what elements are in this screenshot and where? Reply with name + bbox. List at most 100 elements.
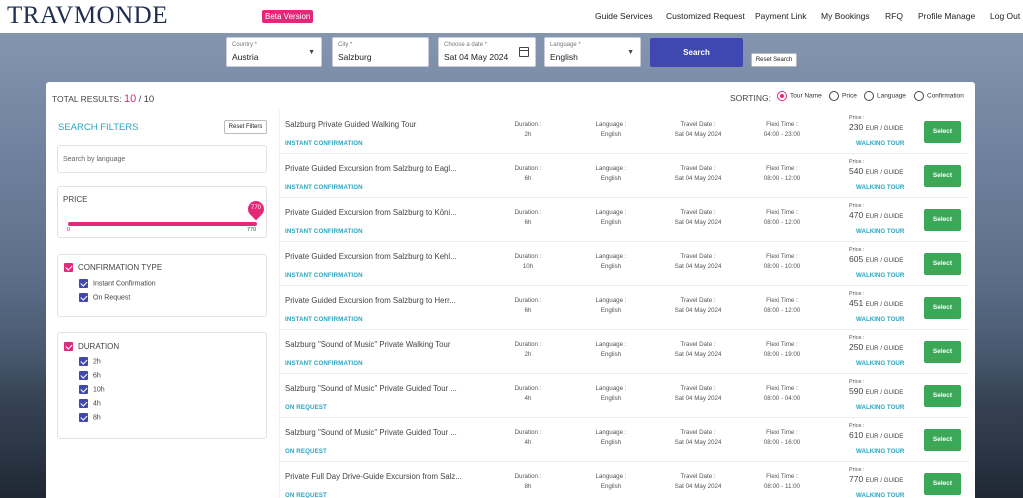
- tour-row: Private Full Day Drive-Guide Excursion f…: [279, 462, 969, 498]
- date-field[interactable]: Choose a date * Sat 04 May 2024: [438, 37, 536, 67]
- language-label: Language :: [595, 385, 627, 392]
- checkbox-label: 4h: [93, 400, 101, 408]
- flexi-time-label: Flexi Time :: [766, 429, 798, 436]
- nav-customized-request[interactable]: Customized Request: [666, 11, 745, 21]
- travel-date-col: Travel Date : Sat 04 May 2024: [670, 252, 726, 272]
- price-label: Price :: [849, 115, 865, 121]
- nav-rfq[interactable]: RFQ: [885, 11, 903, 21]
- select-button[interactable]: Select: [924, 253, 961, 275]
- language-value: English: [600, 307, 622, 314]
- language-value: English: [600, 131, 622, 138]
- checkbox-icon: [79, 399, 88, 408]
- confirmation-type: ON REQUEST: [285, 404, 327, 411]
- language-select[interactable]: Language * English ▼: [544, 37, 641, 67]
- select-button[interactable]: Select: [924, 209, 961, 231]
- confirmation-type-toggle[interactable]: CONFIRMATION TYPE: [64, 263, 163, 273]
- nav-log-out[interactable]: Log Out: [990, 11, 1020, 21]
- flexi-time-label: Flexi Time :: [766, 253, 798, 260]
- checkbox-duration-10h[interactable]: 10h: [79, 385, 105, 394]
- calendar-icon[interactable]: [519, 47, 529, 57]
- price-filter: PRICE 770 0 770: [57, 186, 268, 238]
- price-unit: EUR / GUIDE: [865, 433, 904, 440]
- tour-name[interactable]: Salzburg "Sound of Music" Private Guided…: [285, 428, 457, 437]
- tour-name[interactable]: Salzburg "Sound of Music" Private Walkin…: [285, 340, 450, 349]
- select-button[interactable]: Select: [924, 473, 961, 495]
- reset-search-button[interactable]: Reset Search: [751, 53, 797, 67]
- nav-profile-manage[interactable]: Profile Manage: [918, 11, 975, 21]
- flexi-time-col: Flexi Time : 08:00 - 12:00: [754, 164, 810, 184]
- price-slider-track[interactable]: [68, 222, 257, 226]
- reset-filters-button[interactable]: Reset Filters: [224, 120, 267, 134]
- price-amount: 470: [849, 210, 864, 220]
- duration-value: 4h: [524, 439, 532, 446]
- tour-row: Salzburg "Sound of Music" Private Walkin…: [279, 330, 969, 374]
- confirmation-type-title: CONFIRMATION TYPE: [78, 263, 163, 272]
- nav-my-bookings[interactable]: My Bookings: [821, 11, 870, 21]
- search-filters-title: SEARCH FILTERS: [58, 122, 139, 133]
- flexi-time-label: Flexi Time :: [766, 341, 798, 348]
- duration-toggle[interactable]: DURATION: [64, 342, 119, 352]
- duration-value: 8h: [524, 483, 532, 490]
- select-button[interactable]: Select: [924, 385, 961, 407]
- price-label: Price :: [849, 159, 865, 165]
- duration-label: Duration :: [514, 165, 542, 172]
- select-button[interactable]: Select: [924, 165, 961, 187]
- duration-label: Duration :: [514, 385, 542, 392]
- sort-tour-name[interactable]: Tour Name: [777, 91, 822, 101]
- confirmation-type: ON REQUEST: [285, 448, 327, 455]
- tour-name[interactable]: Private Guided Excursion from Salzburg t…: [285, 252, 457, 261]
- country-label: Country *: [232, 42, 258, 48]
- select-button[interactable]: Select: [924, 341, 961, 363]
- language-label: Language :: [595, 121, 627, 128]
- checkbox-instant-confirmation[interactable]: Instant Confirmation: [79, 279, 156, 288]
- checkbox-on-request[interactable]: On Request: [79, 293, 130, 302]
- tour-name[interactable]: Salzburg "Sound of Music" Private Guided…: [285, 384, 457, 393]
- price-amount: 540: [849, 166, 864, 176]
- sort-confirmation[interactable]: Confirmation: [914, 91, 964, 101]
- tour-type: WALKING TOUR: [856, 140, 905, 147]
- select-button[interactable]: Select: [924, 429, 961, 451]
- tour-row: Private Guided Excursion from Salzburg t…: [279, 154, 969, 198]
- checkbox-duration-8h[interactable]: 8h: [79, 413, 101, 422]
- tour-name[interactable]: Private Guided Excursion from Salzburg t…: [285, 296, 456, 305]
- duration-label: Duration :: [514, 473, 542, 480]
- duration-label: Duration :: [514, 341, 542, 348]
- country-select[interactable]: Country * Austria ▼: [226, 37, 322, 67]
- travel-date-label: Travel Date :: [680, 253, 716, 260]
- sort-price[interactable]: Price: [829, 91, 857, 101]
- logo[interactable]: TRAVMONDE: [7, 2, 168, 30]
- travel-date-value: Sat 04 May 2024: [674, 351, 722, 358]
- tour-name[interactable]: Private Full Day Drive-Guide Excursion f…: [285, 472, 462, 481]
- nav-guide-services[interactable]: Guide Services: [595, 11, 653, 21]
- chevron-down-icon: ▼: [627, 49, 634, 56]
- language-value: English: [600, 439, 622, 446]
- tour-name[interactable]: Private Guided Excursion from Salzburg t…: [285, 164, 457, 173]
- select-button[interactable]: Select: [924, 297, 961, 319]
- language-filter-input[interactable]: Search by language: [57, 145, 267, 173]
- price-label: Price :: [849, 423, 865, 429]
- search-button[interactable]: Search: [650, 38, 743, 67]
- tour-row: Private Guided Excursion from Salzburg t…: [279, 198, 969, 242]
- sorting-label: SORTING:: [730, 93, 771, 103]
- tour-name[interactable]: Private Guided Excursion from Salzburg t…: [285, 208, 457, 217]
- duration-col: Duration : 10h: [504, 252, 552, 272]
- travel-date-value: Sat 04 May 2024: [674, 395, 722, 402]
- tour-type: WALKING TOUR: [856, 272, 905, 279]
- checkbox-label: 2h: [93, 358, 101, 366]
- city-field[interactable]: City * Salzburg: [332, 37, 429, 67]
- checkbox-label: 10h: [93, 386, 105, 394]
- checkbox-duration-2h[interactable]: 2h: [79, 357, 101, 366]
- sort-language[interactable]: Language: [864, 91, 906, 101]
- flexi-time-col: Flexi Time : 08:00 - 04:00: [754, 384, 810, 404]
- price-label: Price :: [849, 379, 865, 385]
- travel-date-label: Travel Date :: [680, 209, 716, 216]
- checkbox-duration-4h[interactable]: 4h: [79, 399, 101, 408]
- travel-date-value: Sat 04 May 2024: [674, 263, 722, 270]
- confirmation-type: ON REQUEST: [285, 492, 327, 498]
- price-unit: EUR / GUIDE: [865, 477, 904, 484]
- checkbox-duration-6h[interactable]: 6h: [79, 371, 101, 380]
- price-filter-title: PRICE: [63, 195, 88, 204]
- nav-payment-link[interactable]: Payment Link: [755, 11, 807, 21]
- tour-name[interactable]: Salzburg Private Guided Walking Tour: [285, 120, 416, 129]
- select-button[interactable]: Select: [924, 121, 961, 143]
